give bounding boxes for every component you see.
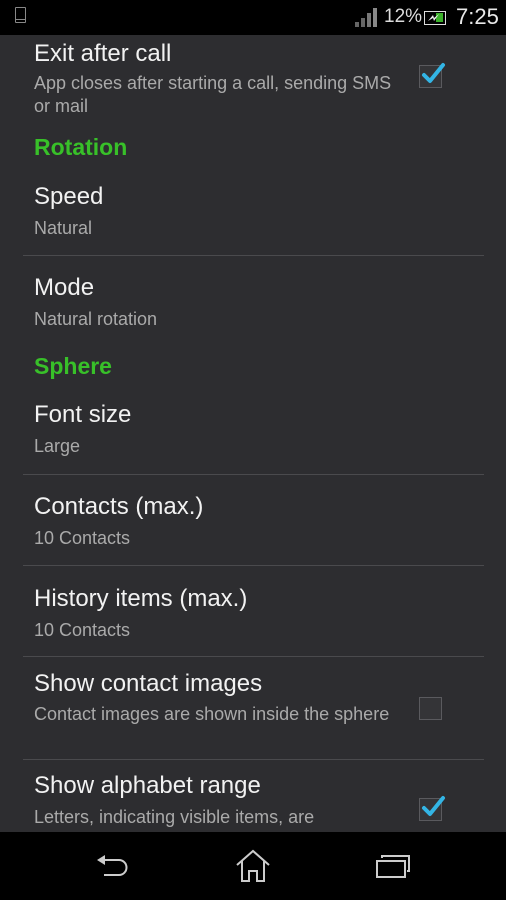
- settings-list: Exit after call App closes after startin…: [0, 35, 506, 832]
- pref-title: Speed: [34, 183, 104, 210]
- pref-summary: 10 Contacts: [34, 620, 131, 640]
- home-icon: [236, 849, 270, 882]
- back-icon: [97, 855, 128, 876]
- phone-outline-icon: [15, 7, 26, 23]
- pref-title: Contacts (max.): [34, 493, 204, 520]
- pref-title: Exit after call: [34, 40, 172, 67]
- clock: 7:25: [456, 4, 499, 29]
- show-alphabet-range-checkbox[interactable]: [419, 796, 445, 821]
- pref-summary: Natural rotation: [34, 309, 158, 329]
- show-contact-images-checkbox[interactable]: [419, 697, 442, 720]
- pref-show-contact-images[interactable]: Show contact images Contact images are s…: [0, 657, 506, 759]
- exit-after-call-checkbox[interactable]: [419, 63, 445, 88]
- signal-bars-icon: [355, 8, 377, 27]
- pref-summary: 10 Contacts: [34, 528, 131, 548]
- battery-charging-icon: [424, 11, 446, 25]
- pref-speed[interactable]: Speed Natural: [0, 175, 506, 255]
- category-sphere: Sphere: [34, 353, 112, 379]
- back-button[interactable]: [53, 832, 173, 900]
- pref-title: Show contact images: [34, 670, 263, 697]
- pref-title: Mode: [34, 274, 95, 301]
- pref-exit-after-call[interactable]: Exit after call App closes after startin…: [0, 35, 506, 127]
- home-button[interactable]: [193, 832, 313, 900]
- recents-icon: [376, 855, 410, 878]
- pref-summary: Letters, indicating visible items, are: [34, 807, 315, 827]
- pref-summary: Natural: [34, 218, 93, 238]
- pref-title: Show alphabet range: [34, 772, 261, 799]
- pref-summary: App closes after starting a call, sendin…: [34, 73, 392, 116]
- recents-button[interactable]: [333, 832, 453, 900]
- category-rotation: Rotation: [34, 134, 128, 160]
- status-bar: 12% 7:25: [0, 0, 506, 35]
- navigation-bar: [0, 832, 506, 900]
- checkmark-icon: [422, 63, 445, 83]
- checkmark-icon: [422, 796, 445, 816]
- pref-show-alphabet-range[interactable]: Show alphabet range Letters, indicating …: [0, 760, 506, 832]
- battery-percent: 12%: [384, 6, 423, 27]
- pref-mode[interactable]: Mode Natural rotation: [0, 256, 506, 340]
- pref-summary: Contact images are shown inside the sphe…: [34, 704, 390, 724]
- pref-history-max[interactable]: History items (max.) 10 Contacts: [0, 566, 506, 656]
- pref-summary: Large: [34, 436, 81, 456]
- pref-title: Font size: [34, 401, 132, 428]
- pref-title: History items (max.): [34, 585, 248, 612]
- pref-contacts-max[interactable]: Contacts (max.) 10 Contacts: [0, 475, 506, 565]
- pref-font-size[interactable]: Font size Large: [0, 393, 506, 473]
